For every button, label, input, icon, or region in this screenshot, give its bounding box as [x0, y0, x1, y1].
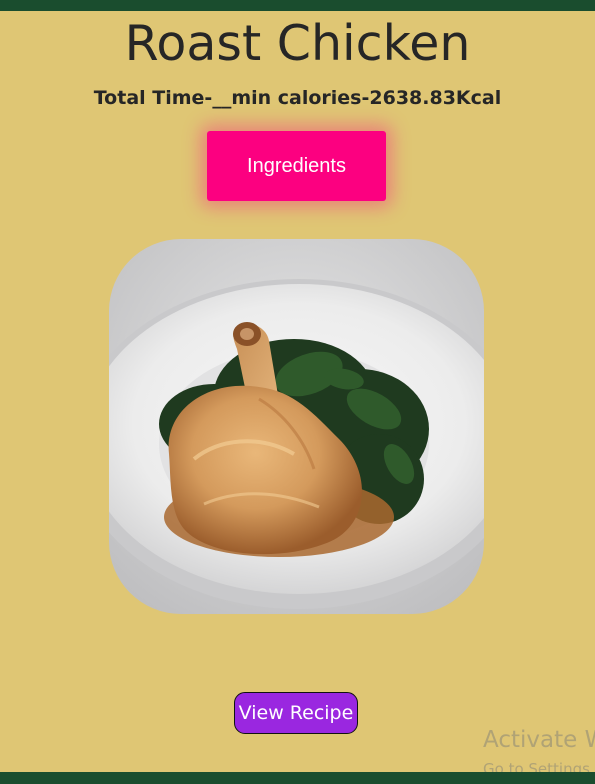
ingredients-button[interactable]: Ingredients [207, 131, 386, 201]
view-recipe-button[interactable]: View Recipe [234, 692, 358, 734]
recipe-title: Roast Chicken [124, 15, 471, 72]
bottom-bar [0, 772, 595, 784]
watermark-line1: Activate Windows [483, 727, 595, 753]
recipe-image [109, 239, 484, 614]
top-bar [0, 0, 595, 11]
recipe-meta: Total Time-__min calories-2638.83Kcal [93, 87, 502, 109]
